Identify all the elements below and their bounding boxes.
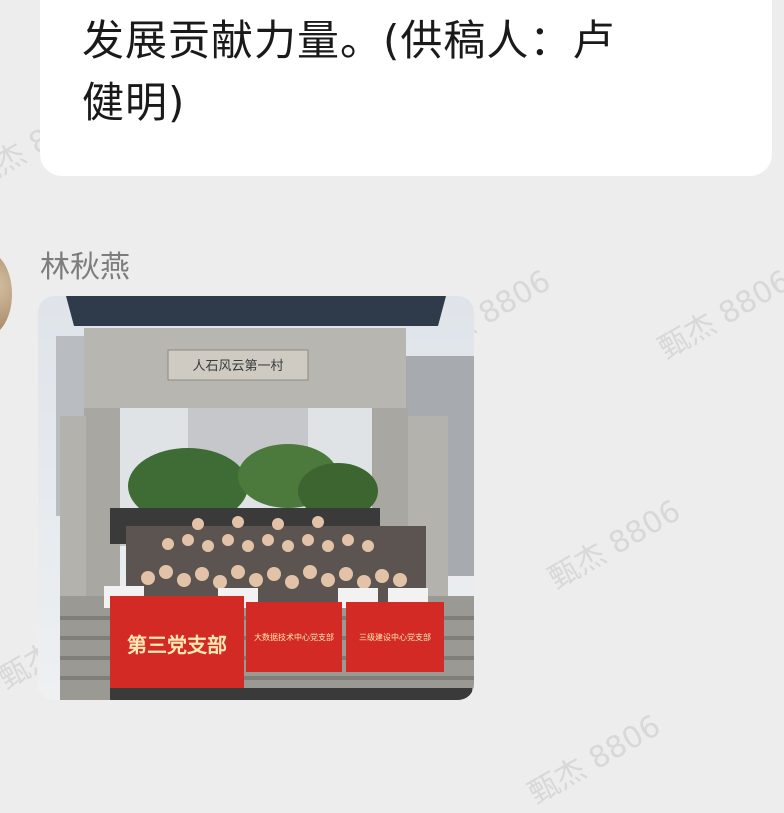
message-bubble[interactable]: 发展贡献力量。(供稿人：卢 健明) (40, 0, 772, 176)
sender-name: 林秋燕 (40, 250, 130, 285)
avatar[interactable] (0, 252, 12, 336)
image-message[interactable]: 人石风云第一村 第三党支部 大数据技术中心党支部 三级建设中心党支部 (38, 296, 474, 700)
watermark: 甄杰 8806 (652, 263, 784, 367)
banner-1: 第三党支部 (127, 633, 227, 657)
gate-plaque: 人石风云第一村 (192, 359, 283, 374)
message-text-line-2: 健明) (82, 78, 186, 127)
banner-2: 大数据技术中心党支部 (254, 632, 334, 642)
group-photo: 人石风云第一村 第三党支部 大数据技术中心党支部 三级建设中心党支部 (38, 296, 474, 700)
message-text-line-1: 发展贡献力量。(供稿人：卢 (82, 16, 616, 65)
watermark: 甄杰 8806 (542, 493, 687, 597)
banner-3: 三级建设中心党支部 (359, 632, 431, 642)
watermark: 甄杰 8806 (522, 708, 667, 812)
